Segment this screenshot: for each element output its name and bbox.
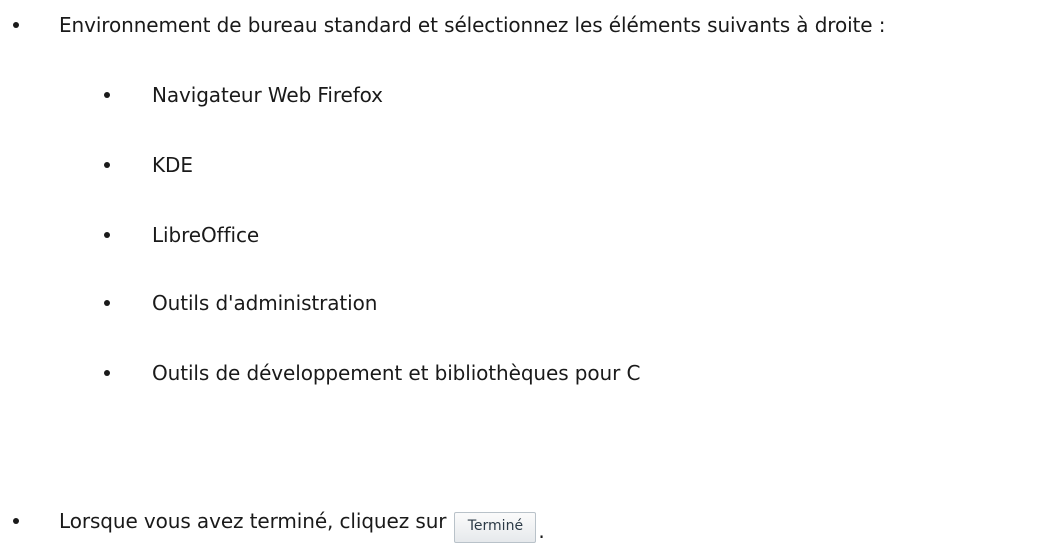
list-item-dev-tools: Outils de développement et bibliothèques… xyxy=(0,358,640,388)
list-item-libreoffice: LibreOffice xyxy=(0,220,259,250)
bullet-icon xyxy=(13,518,19,524)
bullet-icon xyxy=(104,370,110,376)
done-button[interactable]: Terminé xyxy=(454,511,537,543)
item-label: Outils d'administration xyxy=(152,291,378,315)
item-label: Outils de développement et bibliothèques… xyxy=(152,361,641,385)
bullet-icon xyxy=(104,162,110,168)
list-item-intro: Environnement de bureau standard et séle… xyxy=(0,10,886,40)
item-label: KDE xyxy=(152,153,193,177)
list-item-kde: KDE xyxy=(0,150,193,180)
item-label: Navigateur Web Firefox xyxy=(152,83,383,107)
item-label: LibreOffice xyxy=(152,223,260,247)
bullet-icon xyxy=(13,22,19,28)
bullet-icon xyxy=(104,300,110,306)
trailing-period: . xyxy=(538,519,545,543)
intro-text: Environnement de bureau standard et séle… xyxy=(59,13,886,37)
bullet-icon xyxy=(104,92,110,98)
list-item-firefox: Navigateur Web Firefox xyxy=(0,80,383,110)
final-step-text: Lorsque vous avez terminé, cliquez sur xyxy=(59,509,447,533)
list-item-final-step: Lorsque vous avez terminé, cliquez sur T… xyxy=(0,506,545,543)
bullet-icon xyxy=(104,232,110,238)
list-item-admin-tools: Outils d'administration xyxy=(0,288,377,318)
